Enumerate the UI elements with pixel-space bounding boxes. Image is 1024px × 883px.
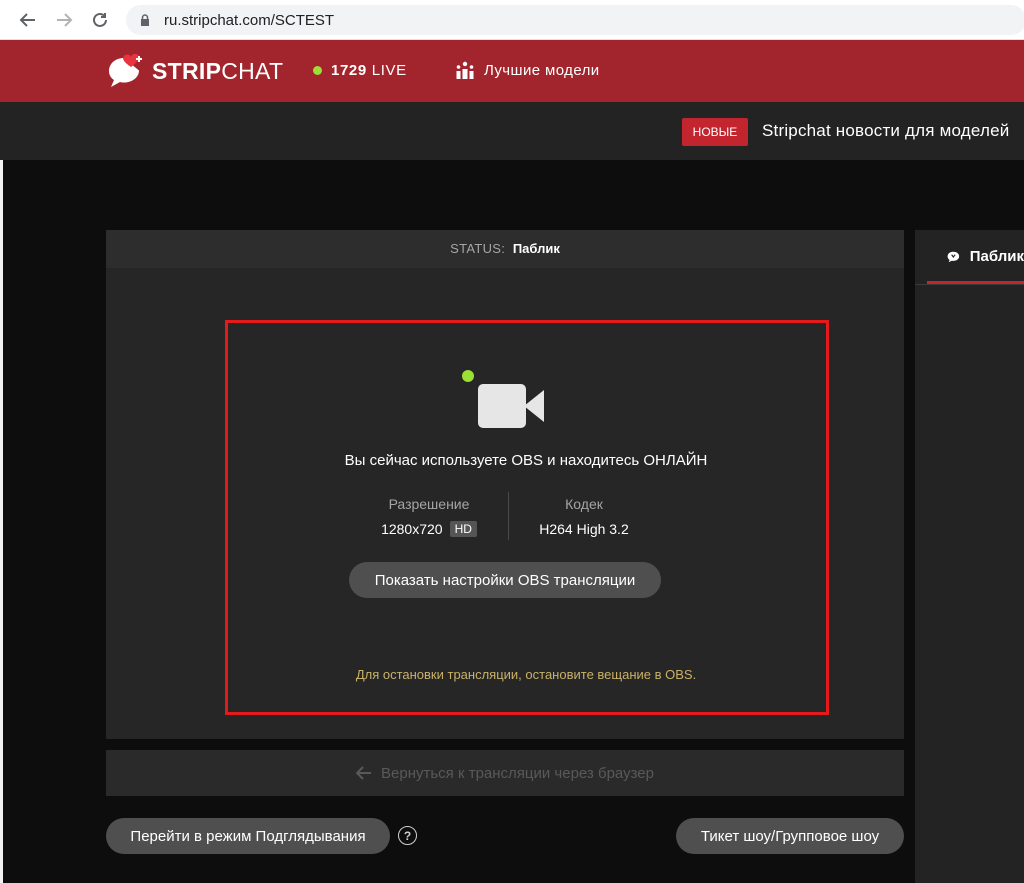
chat-panel: Паблик xyxy=(915,230,1024,883)
codec-stat: Кодек H264 High 3.2 xyxy=(514,496,654,537)
address-bar[interactable]: ru.stripchat.com/SCTEST xyxy=(126,5,1024,35)
back-arrow-icon[interactable] xyxy=(17,9,39,31)
online-message: Вы сейчас используете OBS и находитесь О… xyxy=(344,452,708,469)
reload-icon[interactable] xyxy=(89,9,111,31)
news-badge: НОВЫЕ xyxy=(682,118,748,146)
stat-divider xyxy=(508,492,509,540)
top-models-label: Лучшие модели xyxy=(484,61,600,79)
show-obs-settings-button[interactable]: Показать настройки OBS трансляции xyxy=(349,562,661,598)
camera-status xyxy=(462,370,546,430)
news-bar: НОВЫЕ Stripchat новости для моделей xyxy=(0,102,1024,160)
resolution-stat: Разрешение 1280x720 HD xyxy=(359,496,499,537)
status-bar: STATUS: Паблик xyxy=(106,230,904,268)
codec-value: H264 High 3.2 xyxy=(539,521,629,537)
lock-icon xyxy=(141,14,149,26)
resolution-value-row: 1280x720 HD xyxy=(359,521,499,537)
video-camera-icon xyxy=(478,384,544,428)
live-count[interactable]: 1729 LIVE xyxy=(313,62,407,79)
logo-heart-icon xyxy=(109,53,142,87)
hd-badge: HD xyxy=(449,521,477,537)
ticket-show-button[interactable]: Тикет шоу/Групповое шоу xyxy=(676,818,904,854)
logo-text: STRIPCHAT xyxy=(152,57,284,84)
site-header: STRIPCHAT 1729 LIVE Лучшие модели xyxy=(0,40,1024,102)
browser-toolbar: ru.stripchat.com/SCTEST xyxy=(0,0,1024,40)
help-icon[interactable]: ? xyxy=(398,826,417,845)
top-models-icon xyxy=(456,61,474,79)
status-label: STATUS: xyxy=(450,241,506,256)
peek-mode-button[interactable]: Перейти в режим Подглядывания xyxy=(106,818,390,854)
back-to-browser-button[interactable]: Вернуться к трансляции через браузер xyxy=(106,750,904,796)
live-count-number: 1729 xyxy=(331,62,367,79)
news-link[interactable]: Stripchat новости для моделей xyxy=(762,121,1009,141)
live-dot-icon xyxy=(313,66,322,75)
live-count-label: LIVE xyxy=(371,62,407,79)
resolution-label: Разрешение xyxy=(388,496,470,512)
left-edge-strip xyxy=(0,160,3,883)
online-dot-icon xyxy=(462,370,474,382)
top-models-link[interactable]: Лучшие модели xyxy=(455,61,600,79)
codec-label: Кодек xyxy=(565,496,603,512)
chat-bubble-icon xyxy=(947,251,960,262)
arrow-left-icon xyxy=(356,766,372,780)
status-value: Паблик xyxy=(512,241,560,256)
tab-public-chat[interactable]: Паблик xyxy=(915,230,1024,283)
tab-divider xyxy=(915,284,1024,285)
back-to-browser-label: Вернуться к трансляции через браузер xyxy=(381,764,654,782)
resolution-value: 1280x720 xyxy=(381,521,443,537)
stop-broadcast-hint: Для остановки трансляции, остановите вещ… xyxy=(355,667,697,682)
forward-arrow-icon[interactable] xyxy=(53,9,75,31)
url-text: ru.stripchat.com/SCTEST xyxy=(164,12,335,29)
stripchat-logo[interactable]: STRIPCHAT xyxy=(106,50,283,92)
tab-public-chat-label: Паблик xyxy=(969,248,1024,265)
